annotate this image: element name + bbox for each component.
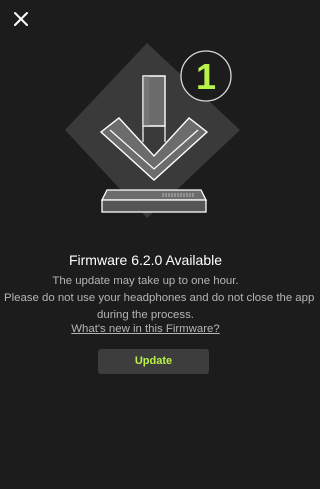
update-description: The update may take up to one hour. Plea… <box>4 273 315 324</box>
badge-number: 1 <box>196 56 216 97</box>
close-button[interactable] <box>12 10 30 28</box>
description-line-2: Please do not use your headphones and do… <box>4 292 315 304</box>
description-line-1: The update may take up to one hour. <box>52 275 239 287</box>
description-line-3: during the process. <box>97 309 194 321</box>
whats-new-link[interactable]: What's new in this Firmware? <box>0 323 291 335</box>
close-icon <box>14 12 28 26</box>
firmware-update-screen: 1 Firmware 6.2.0 Available The update ma… <box>0 0 315 489</box>
firmware-download-illustration: 1 <box>55 38 250 223</box>
firmware-title: Firmware 6.2.0 Available <box>68 252 223 268</box>
update-button[interactable]: Update <box>98 349 209 374</box>
